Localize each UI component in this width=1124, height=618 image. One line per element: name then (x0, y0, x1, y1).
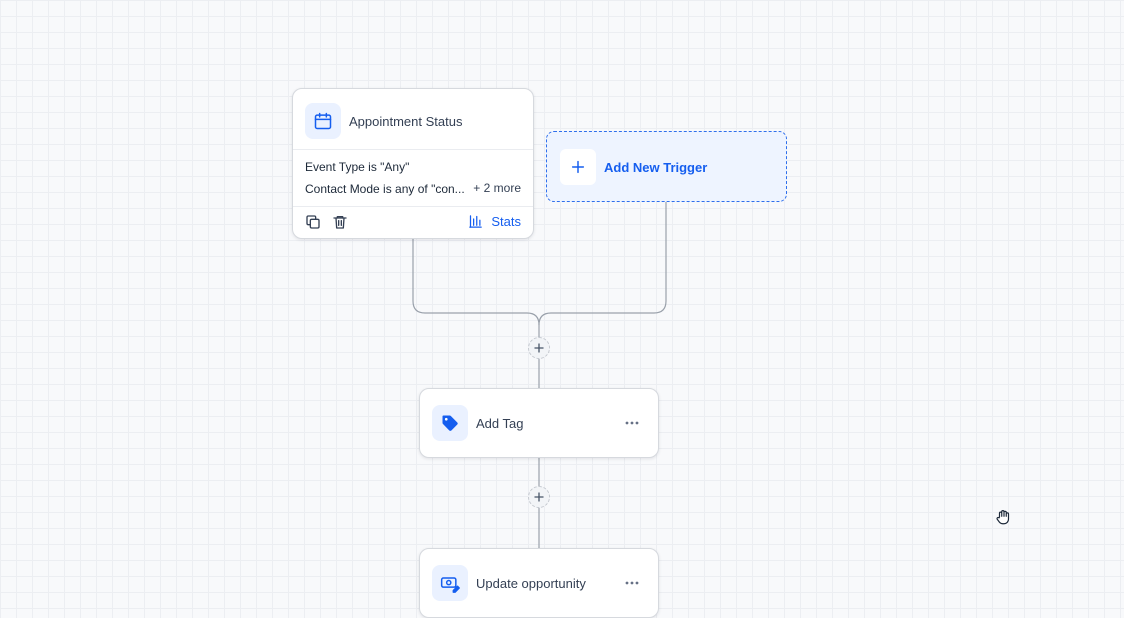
action-icon-box (432, 405, 468, 441)
add-step-button[interactable] (528, 486, 550, 508)
more-horizontal-icon[interactable] (624, 575, 640, 591)
plus-icon (534, 492, 544, 502)
trigger-divider-bottom (293, 206, 533, 207)
trigger-title: Appointment Status (349, 114, 463, 129)
trigger-filter-contact-mode: Contact Mode is any of "con... (305, 182, 465, 196)
opportunity-icon (440, 577, 460, 593)
trigger-divider-top (293, 149, 533, 150)
calendar-icon (314, 112, 332, 130)
bar-chart-icon (469, 215, 483, 228)
action-icon-box (432, 565, 468, 601)
connector-add-trigger-to-merge (538, 202, 667, 326)
action-card-update-opportunity[interactable]: Update opportunity (419, 548, 659, 618)
add-new-trigger-button[interactable]: Add New Trigger (546, 131, 787, 202)
workflow-connectors (412, 202, 667, 549)
trigger-card-appointment-status[interactable]: Appointment Status Event Type is "Any" C… (292, 88, 534, 239)
add-trigger-label: Add New Trigger (604, 160, 708, 175)
more-horizontal-icon[interactable] (624, 415, 640, 431)
plus-icon (534, 343, 544, 353)
hand-grab-cursor-icon (996, 510, 1010, 525)
stats-button[interactable]: Stats (468, 214, 521, 229)
trigger-more-filters[interactable]: + 2 more (473, 181, 521, 195)
trigger-icon-box (305, 103, 341, 139)
copy-icon[interactable] (304, 213, 322, 231)
stats-label: Stats (491, 214, 521, 229)
add-step-button[interactable] (528, 337, 550, 359)
trash-icon[interactable] (331, 213, 349, 231)
tag-icon (442, 415, 458, 431)
action-label: Update opportunity (476, 576, 586, 591)
connector-trigger-to-merge (412, 239, 540, 326)
add-trigger-icon-box (560, 149, 596, 185)
plus-icon (571, 160, 585, 174)
action-label: Add Tag (476, 416, 524, 431)
trigger-filter-event-type: Event Type is "Any" (305, 160, 410, 174)
action-card-add-tag[interactable]: Add Tag (419, 388, 659, 458)
